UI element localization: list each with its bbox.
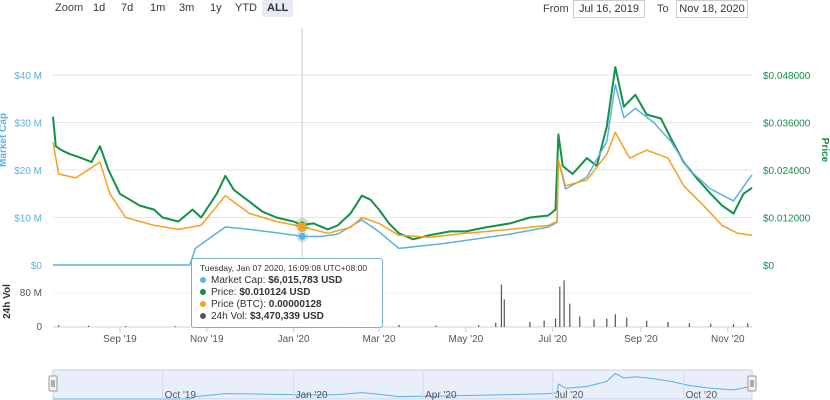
x-tick-label: Nov '20 (711, 334, 745, 345)
x-tick-label: Jan '20 (278, 334, 310, 345)
volume-bar (435, 325, 437, 327)
volume-bar (569, 303, 571, 327)
volume-bar (58, 325, 60, 327)
market-cap-dot-icon (200, 277, 206, 284)
volume-bar (710, 323, 712, 327)
navigator-tick-label: Apr '20 (425, 390, 457, 400)
volume-bar (614, 314, 616, 327)
price-btc-marker (298, 222, 307, 231)
volume-bar (500, 284, 503, 327)
left-axis-tick-label: $10 M (14, 214, 42, 225)
market-cap-marker (298, 232, 306, 240)
volume-bar (125, 325, 127, 327)
volume-bar (563, 280, 565, 327)
volume-bar (398, 324, 400, 327)
x-tick-label: Sep '20 (624, 334, 658, 345)
volume-bar (747, 323, 749, 327)
volume-bar (559, 286, 561, 327)
tooltip-row-volume: 24h Vol: $3,470,339 USD (200, 311, 374, 323)
navigator-tick-label: Jul '20 (555, 390, 584, 400)
tooltip-row-price-btc: Price (BTC): 0.00000128 (200, 299, 374, 311)
volume-bar (503, 299, 505, 327)
volume-bar (87, 325, 90, 327)
right-axis-title: Price (819, 138, 830, 163)
price-chart[interactable]: $0 $10 M $20 M $30 M $40 M Market Cap $0 $0.012… (0, 0, 830, 400)
volume-bar (543, 320, 545, 327)
tooltip-row-market-cap: Market Cap: $6,015,783 USD (200, 275, 374, 287)
x-tick-label: Mar '20 (362, 334, 395, 345)
volume-bar (688, 323, 690, 327)
volume-bar (626, 317, 628, 327)
volume-bar (732, 324, 735, 327)
tooltip-value: $3,470,339 USD (249, 311, 324, 322)
series-line-price-btc- (52, 131, 753, 239)
x-tick-label: Nov '19 (190, 334, 224, 345)
price-dot-icon (200, 289, 206, 296)
x-tick-label: May '20 (448, 334, 483, 345)
volume-bar (646, 320, 648, 327)
volume-bar (606, 318, 608, 327)
right-axis-tick-label: $0.048000 (763, 71, 811, 82)
right-axis-tick-label: $0.012000 (763, 214, 811, 225)
navigator-tick-label: Oct '19 (165, 390, 197, 400)
price-btc-dot-icon (200, 301, 206, 308)
volume-bar (667, 321, 669, 327)
left-axis-tick-label: $20 M (14, 166, 42, 177)
tooltip-header: Tuesday, Jan 07 2020, 16:09:08 UTC+08:00 (200, 263, 368, 273)
navigator-window (52, 369, 753, 400)
tooltip-value: $0.010124 USD (239, 287, 311, 298)
tooltip-label: Price (BTC): (211, 299, 266, 310)
volume-bar (174, 326, 177, 327)
navigator-left-handle[interactable] (48, 375, 58, 392)
right-axis-tick-label: $0.024000 (763, 166, 811, 177)
right-axis-tick-label: $0 (763, 261, 775, 272)
volume-bar (529, 321, 531, 327)
volume-dot-icon (200, 313, 206, 320)
navigator-tick-label: Oct '20 (686, 390, 718, 400)
tooltip-row-price: Price: $0.010124 USD (200, 287, 374, 299)
volume-bar (554, 318, 557, 327)
right-axis-tick-label: $0.036000 (763, 119, 811, 130)
volume-bar (579, 316, 581, 327)
tooltip-value: 0.00000128 (268, 299, 322, 310)
tooltip-label: Market Cap: (211, 275, 266, 286)
volume-axis-title: 24h Vol (2, 284, 13, 319)
left-axis-tick-label: $30 M (14, 119, 42, 130)
x-tick-label: Jul '20 (538, 334, 567, 345)
series-line-market-cap (53, 83, 753, 266)
tooltip: Tuesday, Jan 07 2020, 16:09:08 UTC+08:00… (191, 258, 383, 328)
left-axis-tick-label: $0 (31, 261, 43, 272)
tooltip-value: $6,015,783 USD (268, 275, 343, 286)
volume-bar (593, 319, 595, 327)
left-axis-title: Market Cap (0, 113, 9, 167)
x-tick-label: Sep '19 (103, 334, 137, 345)
left-axis-tick-label: $40 M (14, 71, 42, 82)
volume-bar (478, 325, 480, 327)
series-line-price (52, 66, 753, 241)
volume-bar (495, 322, 497, 327)
volume-axis-tick-label: 80 M (20, 288, 42, 299)
tooltip-label: 24h Vol: (211, 311, 248, 322)
navigator-tick-label: Jan '20 (296, 390, 328, 400)
tooltip-label: Price: (211, 287, 237, 298)
navigator-right-handle[interactable] (747, 375, 757, 392)
volume-axis-tick-label: 0 (36, 322, 42, 333)
